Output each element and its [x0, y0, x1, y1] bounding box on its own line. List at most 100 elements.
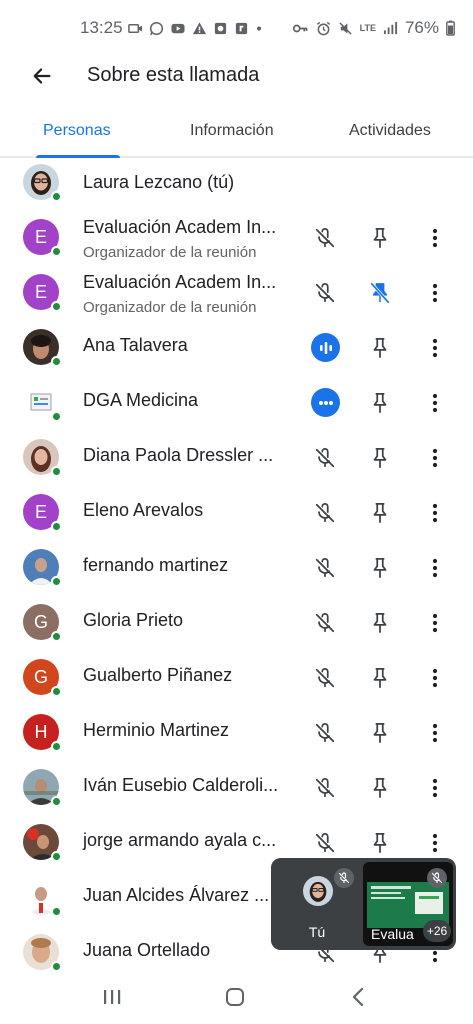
online-indicator	[51, 466, 62, 477]
mic-off-icon	[312, 225, 338, 251]
back-button[interactable]	[28, 62, 56, 90]
call-preview-pip[interactable]: Tú Evalua +26	[271, 858, 456, 950]
online-indicator	[51, 356, 62, 367]
mic-off-icon	[312, 445, 338, 471]
participant-name: Eleno Arevalos	[83, 500, 204, 520]
participant-row[interactable]: E Evaluación Academ In... Organizador de…	[0, 215, 473, 270]
more-options-button[interactable]	[422, 335, 448, 361]
more-options-button[interactable]	[422, 280, 448, 306]
online-indicator	[51, 301, 62, 312]
tab-informacion[interactable]: Información	[190, 122, 274, 140]
participant-row[interactable]: E Eleno Arevalos	[0, 490, 473, 545]
more-vert-icon	[432, 503, 438, 523]
key-icon	[292, 24, 308, 32]
page-title: Sobre esta llamada	[87, 64, 260, 86]
avatar	[23, 439, 62, 477]
pin-icon	[373, 777, 387, 799]
pin-button[interactable]	[367, 390, 393, 416]
participant-row[interactable]: E Evaluación Academ In... Organizador de…	[0, 270, 473, 325]
more-vert-icon	[432, 668, 438, 688]
participant-row[interactable]: Laura Lezcano (tú)	[0, 160, 473, 215]
battery-level: 76%	[404, 18, 439, 37]
more-options-button[interactable]	[422, 445, 448, 471]
avatar-initial: E	[34, 501, 47, 522]
avatar-initial: E	[34, 281, 47, 302]
self-avatar	[303, 876, 333, 906]
mute-icon	[338, 21, 352, 35]
pin-button[interactable]	[367, 335, 393, 361]
pin-button[interactable]	[367, 555, 393, 581]
pin-icon	[373, 502, 387, 524]
unpin-button[interactable]	[367, 280, 393, 306]
participant-name: Juana Ortellado	[83, 940, 211, 960]
pin-button[interactable]	[367, 665, 393, 691]
pin-off-icon	[370, 282, 390, 304]
avatar	[23, 384, 62, 422]
pin-button[interactable]	[367, 610, 393, 636]
more-options-button[interactable]	[422, 665, 448, 691]
more-options-button[interactable]	[422, 720, 448, 746]
participant-row[interactable]: G Gloria Prieto	[0, 600, 473, 655]
avatar-initial: E	[34, 226, 47, 247]
more-options-button[interactable]	[422, 555, 448, 581]
more-options-button[interactable]	[422, 610, 448, 636]
pin-icon	[373, 447, 387, 469]
online-indicator	[51, 686, 62, 697]
avatar-initial: H	[34, 721, 48, 742]
pin-button[interactable]	[367, 225, 393, 251]
more-options-button[interactable]	[422, 225, 448, 251]
back-nav-button[interactable]	[345, 984, 371, 1010]
tab-actividades[interactable]: Actividades	[349, 122, 431, 140]
tab-personas[interactable]: Personas	[43, 122, 111, 140]
more-vert-icon	[432, 448, 438, 468]
more-options-button[interactable]	[422, 775, 448, 801]
participant-row[interactable]: Diana Paola Dressler ...	[0, 435, 473, 490]
pin-button[interactable]	[367, 500, 393, 526]
home-icon	[226, 988, 244, 1006]
pin-icon	[373, 227, 387, 249]
system-icons: LTE 76%	[292, 18, 455, 38]
participant-row[interactable]: fernando martinez	[0, 545, 473, 600]
online-indicator	[51, 576, 62, 587]
recent-apps-button[interactable]	[99, 984, 125, 1010]
avatar	[23, 879, 62, 917]
more-options-button[interactable]	[422, 830, 448, 856]
online-indicator	[51, 906, 62, 917]
participant-row[interactable]: G Gualberto Piñanez	[0, 655, 473, 710]
participant-name: Iván Eusebio Calderoli...	[83, 775, 279, 795]
online-indicator	[51, 246, 62, 257]
more-options-button[interactable]	[422, 390, 448, 416]
app-icon-2	[235, 22, 248, 34]
mic-off-icon	[312, 500, 338, 526]
pin-button[interactable]	[367, 720, 393, 746]
avatar: G	[23, 604, 62, 642]
online-indicator	[51, 631, 62, 642]
mic-off-icon	[312, 720, 338, 746]
participant-row[interactable]: Iván Eusebio Calderoli...	[0, 765, 473, 820]
mic-off-icon	[312, 665, 338, 691]
participant-name: Ana Talavera	[83, 335, 188, 355]
pin-icon	[373, 612, 387, 634]
participant-row[interactable]: DGA Medicina	[0, 380, 473, 435]
avatar	[23, 549, 62, 587]
pin-icon	[373, 557, 387, 579]
avatar	[23, 769, 62, 807]
pin-icon	[373, 667, 387, 689]
app-header: Sobre esta llamada	[0, 54, 473, 98]
avatar-initial: G	[33, 666, 48, 687]
extra-participants-badge: +26	[423, 920, 451, 942]
mic-off-icon	[427, 868, 447, 888]
pin-button[interactable]	[367, 775, 393, 801]
participant-name: Gloria Prieto	[83, 610, 184, 630]
more-options-button[interactable]	[422, 500, 448, 526]
more-notifications-dot-icon	[256, 25, 262, 31]
more-vert-icon	[432, 613, 438, 633]
participant-row[interactable]: Ana Talavera	[0, 325, 473, 380]
pin-button[interactable]	[367, 830, 393, 856]
home-button[interactable]	[222, 984, 248, 1010]
participant-name: Diana Paola Dressler ...	[83, 445, 274, 465]
participant-row[interactable]: H Herminio Martinez	[0, 710, 473, 765]
pin-icon	[373, 722, 387, 744]
pin-button[interactable]	[367, 445, 393, 471]
participant-name: fernando martinez	[83, 555, 229, 575]
